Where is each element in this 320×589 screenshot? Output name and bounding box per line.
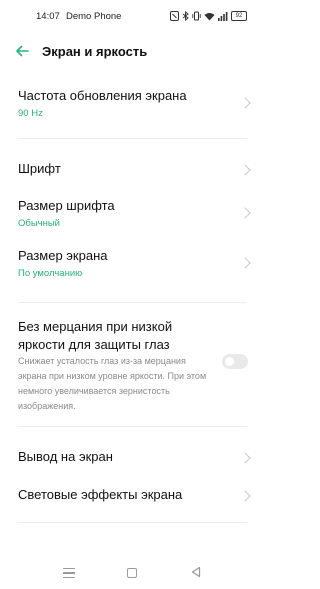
font-size-item[interactable]: Размер шрифта Обычный [0, 190, 265, 234]
screen-output-title: Вывод на экран [18, 449, 113, 464]
divider [18, 138, 247, 139]
chevron-right-icon [239, 164, 251, 176]
screen-output-item[interactable]: Вывод на экран [0, 440, 265, 472]
status-time: 14:07 [36, 11, 60, 22]
font-size-title: Размер шрифта [18, 198, 115, 213]
battery-icon: 92 [231, 11, 247, 21]
divider [18, 522, 247, 523]
flicker-free-description: Снижает усталость глаз из-за мерцания эк… [18, 356, 207, 411]
divider [18, 426, 247, 427]
status-icons: 92 [170, 10, 247, 22]
chevron-right-icon [239, 452, 251, 464]
chevron-right-icon [239, 97, 251, 109]
vibrate-icon [192, 11, 201, 21]
home-square-icon[interactable] [127, 568, 137, 578]
flicker-free-title: Без мерцания при низкой яркости для защи… [18, 319, 173, 352]
screen: 14:07 Demo Phone 92 Экран и яркость Част… [0, 0, 265, 589]
screen-size-value: По умолчанию [18, 268, 83, 279]
light-effects-title: Световые эффекты экрана [18, 487, 183, 502]
wifi-icon [204, 12, 215, 20]
light-effects-item[interactable]: Световые эффекты экрана [0, 478, 265, 510]
flicker-free-toggle[interactable] [222, 354, 248, 369]
triangle-back-icon[interactable] [190, 566, 202, 578]
refresh-rate-value: 90 Hz [18, 108, 43, 119]
signal-icon [218, 11, 228, 21]
chevron-right-icon [239, 490, 251, 502]
bluetooth-icon [182, 11, 189, 21]
chevron-right-icon [239, 257, 251, 269]
screen-size-item[interactable]: Размер экрана По умолчанию [0, 240, 265, 284]
refresh-rate-item[interactable]: Частота обновления экрана 90 Hz [0, 80, 265, 124]
screen-size-title: Размер экрана [18, 248, 108, 263]
font-title: Шрифт [18, 161, 61, 176]
page-title: Экран и яркость [42, 44, 148, 59]
header: Экран и яркость [0, 36, 265, 68]
menu-icon[interactable] [63, 568, 75, 578]
status-bar: 14:07 Demo Phone 92 [0, 0, 265, 32]
font-item[interactable]: Шрифт [0, 152, 265, 184]
status-carrier: Demo Phone [66, 11, 122, 22]
toggle-knob [225, 357, 234, 366]
navigation-bar [0, 560, 265, 589]
arrow-left-icon[interactable] [14, 43, 30, 59]
nfc-icon [170, 11, 179, 21]
chevron-right-icon [239, 207, 251, 219]
refresh-rate-title: Частота обновления экрана [18, 88, 187, 103]
font-size-value: Обычный [18, 218, 60, 229]
divider [18, 302, 247, 303]
